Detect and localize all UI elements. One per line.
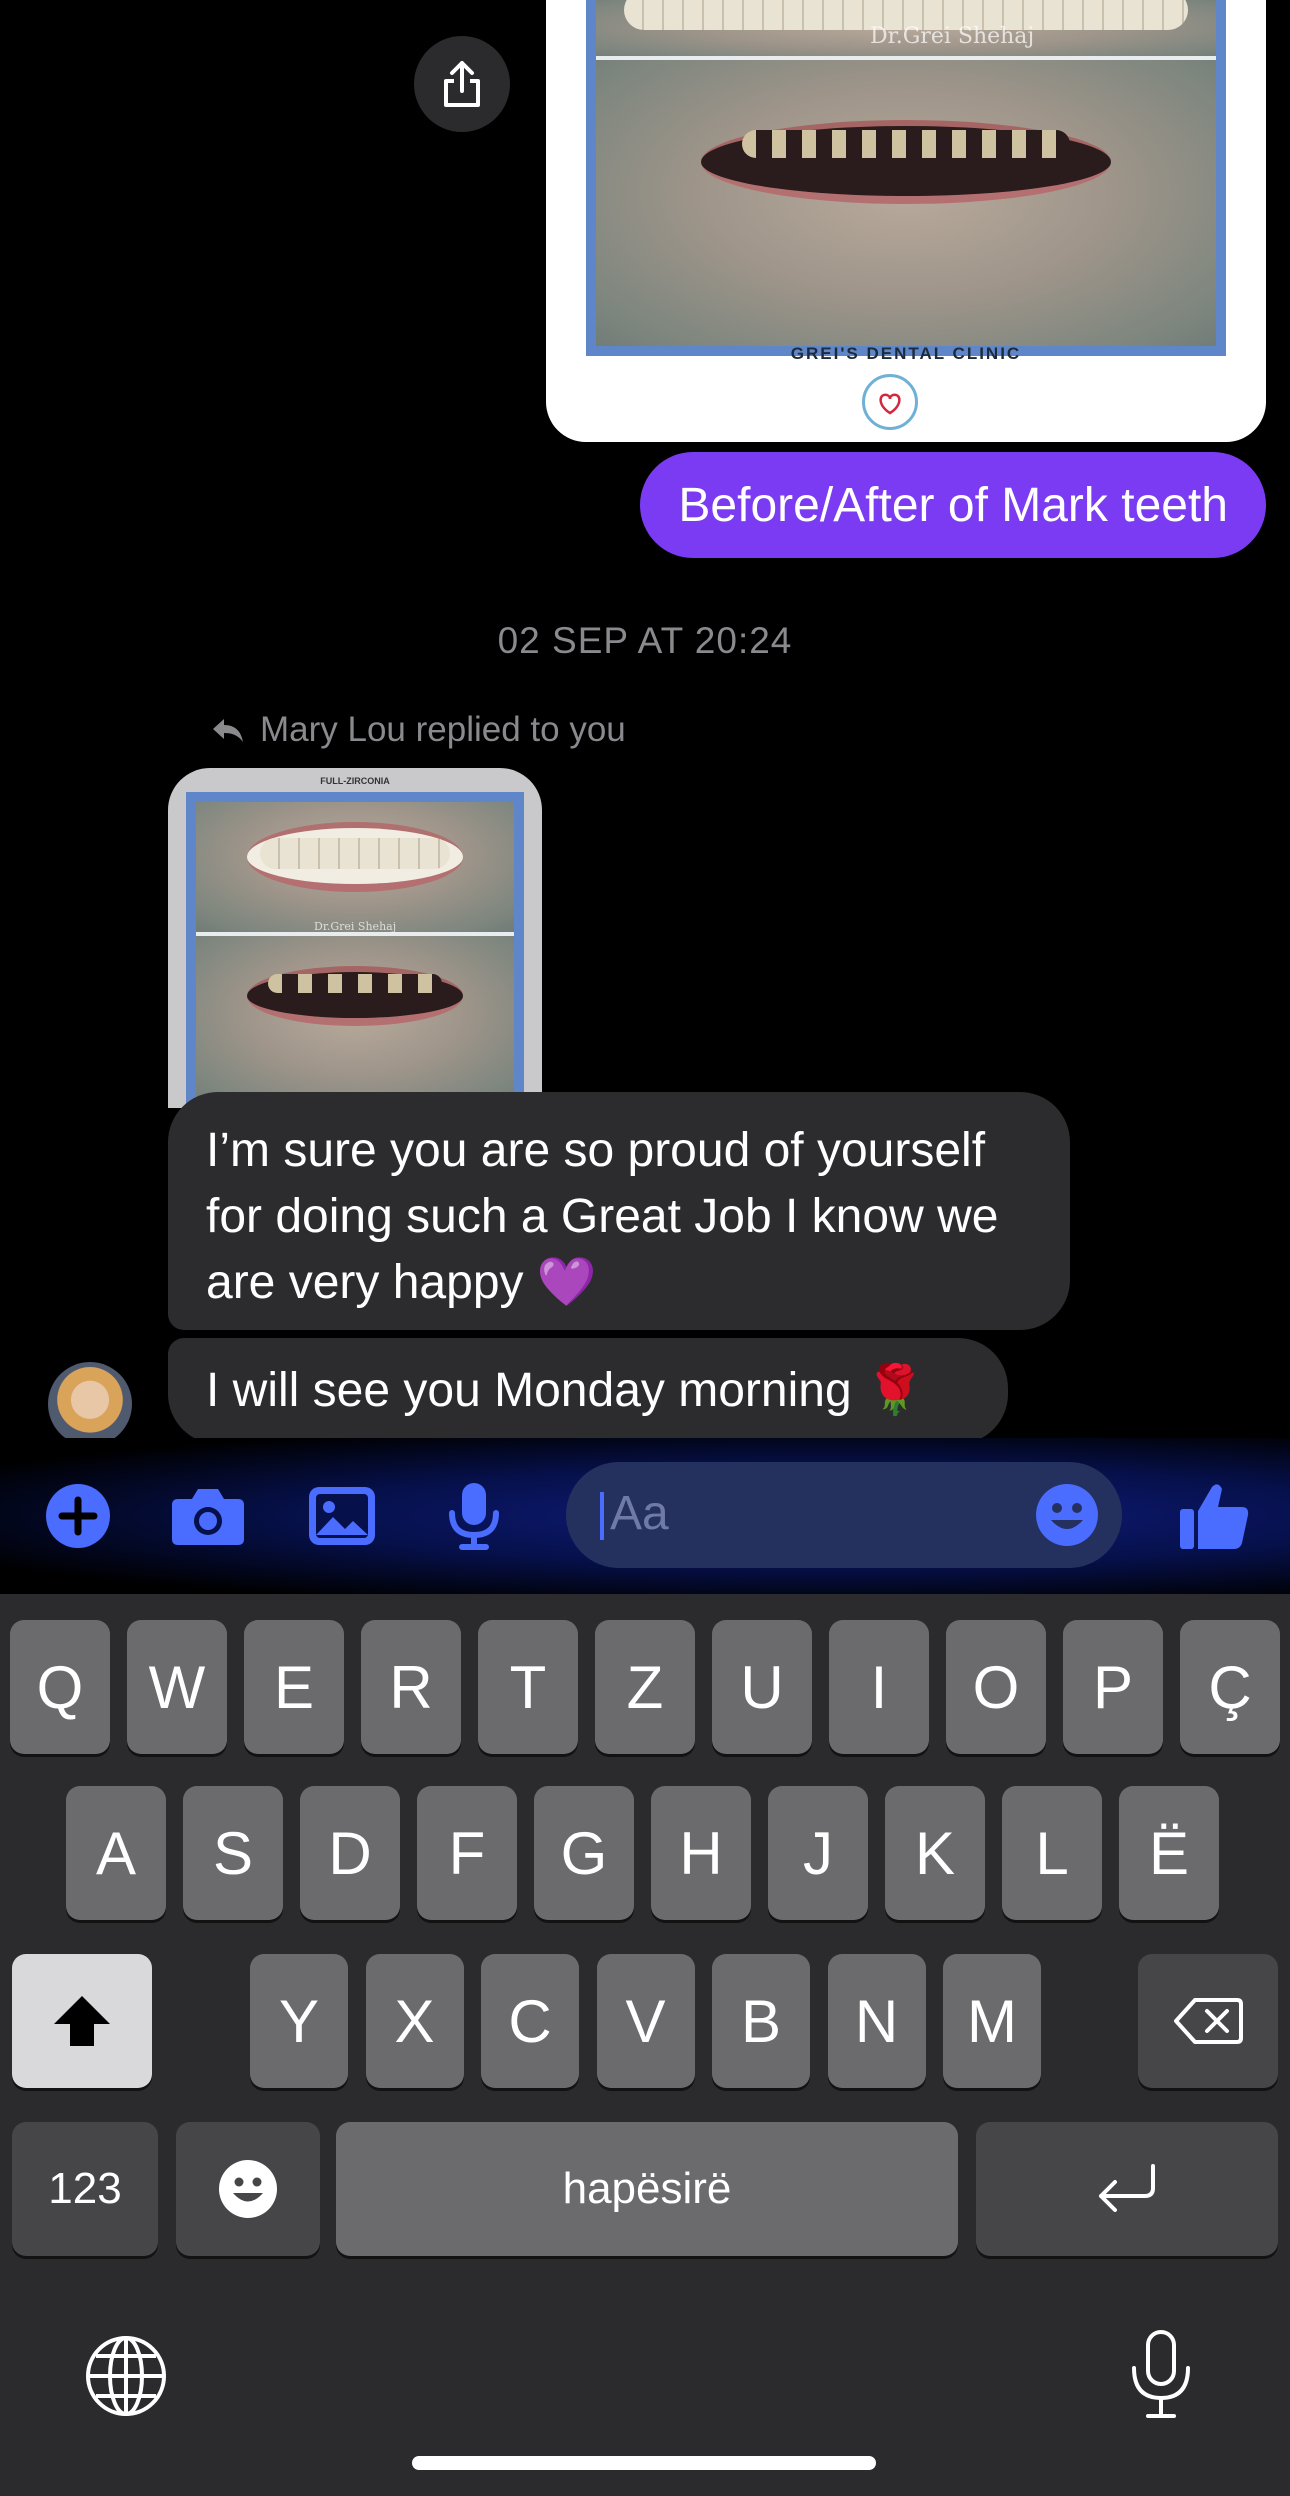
key-l[interactable]: L (1002, 1786, 1102, 1920)
outgoing-message-bubble[interactable]: Before/After of Mark teeth (640, 452, 1266, 558)
key-s[interactable]: S (183, 1786, 283, 1920)
key-d[interactable]: D (300, 1786, 400, 1920)
key-j[interactable]: J (768, 1786, 868, 1920)
key-p[interactable]: P (1063, 1620, 1163, 1754)
before-after-photo: Dr.Grei Shehaj (586, 0, 1226, 356)
key-ë[interactable]: Ë (1119, 1786, 1219, 1920)
key-r[interactable]: R (361, 1620, 461, 1754)
gallery-icon (309, 1487, 375, 1545)
incoming-message-text: I will see you Monday morning 🌹 (206, 1364, 925, 1417)
emoji-keyboard-key[interactable] (176, 2122, 320, 2256)
key-c[interactable]: C (481, 1954, 579, 2088)
emoji-icon (219, 2160, 277, 2218)
shared-image-card[interactable]: Dr.Grei Shehaj GREI'S DENTAL CLINIC (546, 0, 1266, 442)
key-i[interactable]: I (829, 1620, 929, 1754)
key-m[interactable]: M (943, 1954, 1041, 2088)
message-timestamp: 02 SEP AT 20:24 (497, 620, 793, 661)
language-switch-button[interactable] (82, 2332, 170, 2425)
space-key[interactable]: hapësirë (336, 2122, 958, 2256)
message-input[interactable]: Aa (566, 1462, 1122, 1568)
key-e[interactable]: E (244, 1620, 344, 1754)
key-ç[interactable]: Ç (1180, 1620, 1280, 1754)
key-h[interactable]: H (651, 1786, 751, 1920)
key-a[interactable]: A (66, 1786, 166, 1920)
key-t[interactable]: T (478, 1620, 578, 1754)
key-k[interactable]: K (885, 1786, 985, 1920)
key-w[interactable]: W (127, 1620, 227, 1754)
key-o[interactable]: O (946, 1620, 1046, 1754)
incoming-message-bubble[interactable]: I’m sure you are so proud of yourself fo… (168, 1092, 1070, 1330)
like-button[interactable] (1174, 1478, 1254, 1554)
backspace-key[interactable] (1138, 1954, 1278, 2088)
globe-icon (86, 2336, 166, 2416)
key-f[interactable]: F (417, 1786, 517, 1920)
key-q[interactable]: Q (10, 1620, 110, 1754)
thumbs-up-icon (1180, 1484, 1249, 1549)
key-y[interactable]: Y (250, 1954, 348, 2088)
microphone-icon (1132, 2330, 1190, 2418)
incoming-message-text: I’m sure you are so proud of yourself fo… (206, 1124, 999, 1309)
return-icon (1099, 2164, 1155, 2212)
key-n[interactable]: N (827, 1954, 926, 2088)
quoted-image-label: FULL-ZIRCONIA (320, 776, 390, 786)
key-u[interactable]: U (712, 1620, 812, 1754)
key-v[interactable]: V (596, 1954, 695, 2088)
plus-icon (46, 1484, 110, 1548)
share-button[interactable] (414, 36, 510, 132)
key-x[interactable]: X (365, 1954, 464, 2088)
return-key[interactable] (976, 2122, 1278, 2256)
emoji-button[interactable] (1034, 1482, 1100, 1548)
share-icon (444, 61, 480, 107)
microphone-icon (449, 1483, 499, 1550)
clinic-name: GREI'S DENTAL CLINIC (790, 344, 1022, 363)
gallery-button[interactable] (304, 1478, 380, 1554)
reply-indicator-text: Mary Lou replied to you (260, 710, 626, 749)
shift-icon (54, 1996, 110, 2046)
key-b[interactable]: B (712, 1954, 810, 2088)
reply-indicator: Mary Lou replied to you (210, 710, 626, 750)
home-indicator[interactable] (412, 2456, 876, 2470)
camera-button[interactable] (170, 1478, 246, 1554)
quoted-image[interactable]: FULL-ZIRCONIA Dr.Grei Shehaj (168, 768, 542, 1108)
key-g[interactable]: G (534, 1786, 634, 1920)
message-input-placeholder: Aa (610, 1487, 669, 1540)
dictation-button[interactable] (1126, 2328, 1196, 2425)
key-z[interactable]: Z (595, 1620, 695, 1754)
sender-avatar[interactable] (48, 1362, 132, 1446)
numbers-key[interactable]: 123 (12, 2122, 158, 2256)
backspace-icon (1174, 1998, 1243, 2044)
text-cursor (600, 1492, 604, 1540)
incoming-message-bubble[interactable]: I will see you Monday morning 🌹 (168, 1338, 1008, 1444)
clinic-logo (862, 374, 918, 430)
emoji-icon (1036, 1484, 1098, 1546)
shift-key[interactable] (12, 1954, 152, 2088)
reply-arrow-icon (213, 719, 243, 742)
quoted-before-after-photo: Dr.Grei Shehaj (186, 792, 524, 1108)
voice-button[interactable] (436, 1478, 512, 1554)
keyboard: QWERTZUIOPÇ ASDFGHJKLË YXCVBNM 123 hapës… (0, 1594, 1290, 2496)
camera-icon (172, 1489, 244, 1545)
message-composer: Aa (0, 1438, 1290, 1594)
plus-button[interactable] (40, 1478, 116, 1554)
